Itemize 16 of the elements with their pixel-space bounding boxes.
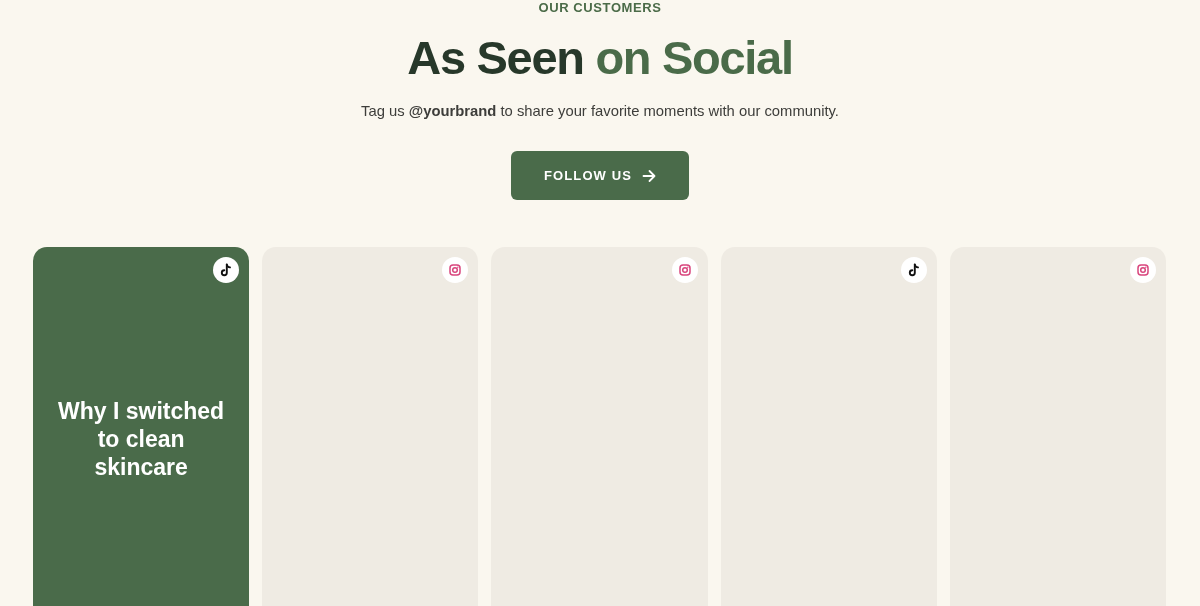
post-card[interactable]: [949, 247, 1166, 606]
post-caption: Why I switched to clean skincare: [57, 397, 226, 482]
post-card[interactable]: Why I switched to clean skincare: [33, 247, 250, 606]
camera-icon: [1130, 257, 1156, 283]
arrow-right-icon: [641, 168, 656, 183]
music-note-icon: [900, 257, 927, 283]
section-title: As Seen on Social: [407, 30, 793, 86]
post-card[interactable]: [720, 247, 937, 606]
music-note-icon: [213, 257, 240, 283]
follow-button[interactable]: FOLLOW US: [511, 151, 689, 200]
post-card[interactable]: [491, 247, 708, 606]
post-card[interactable]: [262, 247, 479, 606]
eyebrow-label: OUR CUSTOMERS: [538, 0, 662, 16]
camera-icon: [442, 257, 469, 283]
camera-icon: [671, 257, 698, 283]
subtitle-text: Tag us @yourbrand to share your favorite moments with our community.: [361, 102, 839, 121]
